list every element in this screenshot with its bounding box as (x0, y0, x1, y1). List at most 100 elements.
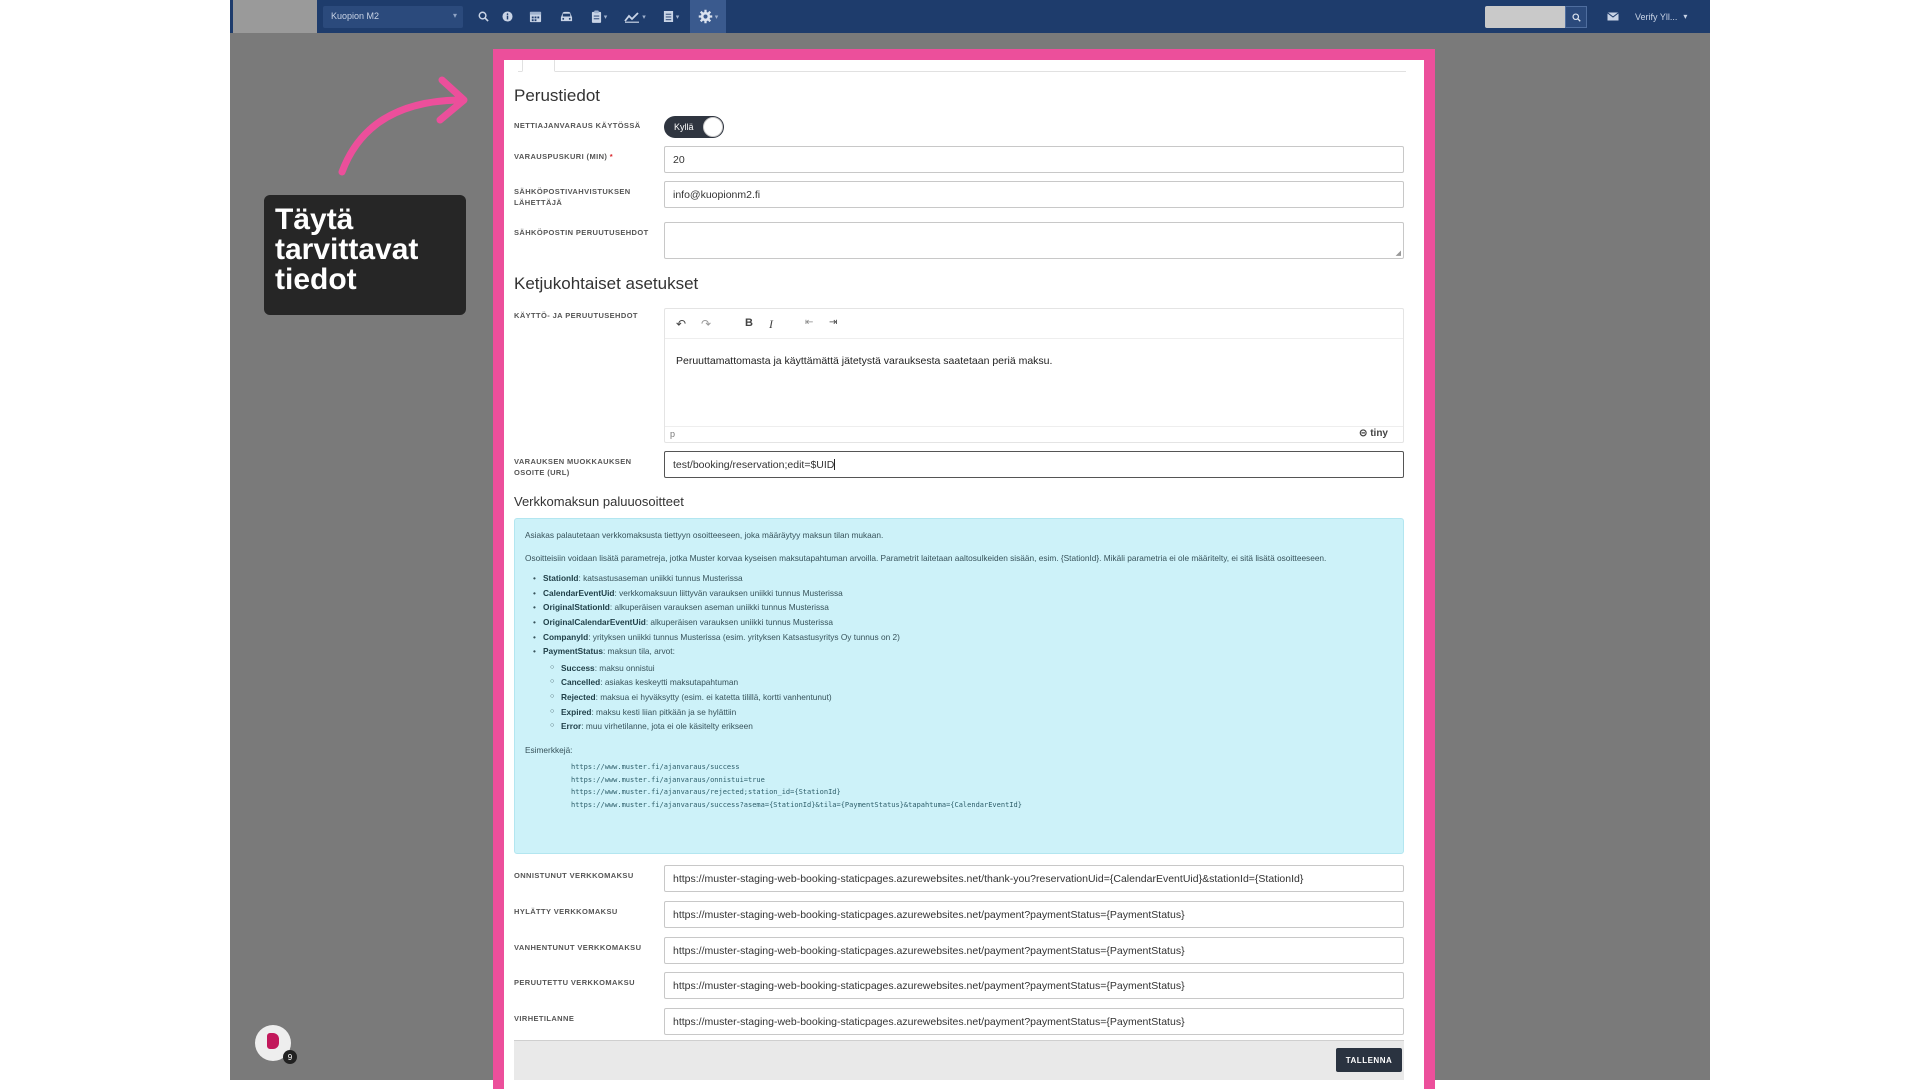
return-url-cancelled-input[interactable]: https://muster-staging-web-booking-stati… (664, 972, 1404, 999)
list-icon[interactable]: ▾ (656, 0, 686, 33)
list-item: Rejected: maksua ei hyväksytty (esim. ei… (550, 690, 1393, 705)
undo-icon[interactable]: ↶ (676, 317, 686, 331)
email-cancel-terms-label: SÄHKÖPOSTIN PERUUTUSEHDOT (514, 228, 649, 237)
search-button[interactable] (1565, 6, 1587, 28)
clipboard-icon[interactable]: ▾ (584, 0, 614, 33)
toggle-label: Kyllä (674, 122, 694, 132)
return-url-success-input[interactable]: https://muster-staging-web-booking-stati… (664, 865, 1404, 892)
redo-icon[interactable]: ↷ (701, 317, 711, 331)
instruction-callout: Täytä tarvittavat tiedot (264, 195, 466, 315)
return-url-error-input[interactable]: https://muster-staging-web-booking-stati… (664, 1008, 1404, 1035)
edit-url-value: test/booking/reservation;edit=$UID (673, 459, 835, 471)
chart-icon[interactable]: ▾ (618, 0, 652, 33)
callout-line: Täytä (275, 203, 354, 236)
logo[interactable] (233, 0, 317, 33)
return-url-label-rejected: HYLÄTTY VERKKOMAKSU (514, 907, 618, 916)
search-icon[interactable] (472, 0, 494, 33)
section-heading-chain: Ketjukohtaiset asetukset (514, 274, 699, 293)
user-menu[interactable]: Verify Yll... ▾ (1635, 0, 1687, 33)
callout-arrow-icon (338, 76, 468, 176)
editor-toolbar: ↶ ↷ B I ⇤ ⇥ (665, 309, 1403, 339)
status-desc: : muu virhetilanne, jota ei ole käsitelt… (581, 721, 753, 732)
example-url: https://www.muster.fi/ajanvaraus/success (571, 763, 740, 772)
param-name: OriginalStationId (543, 602, 610, 613)
editor-statusbar: p ⊝ tiny (665, 426, 1403, 442)
tab-active[interactable] (522, 60, 556, 72)
outdent-icon[interactable]: ⇤ (805, 317, 813, 328)
param-desc: : alkuperäisen varauksen uniikki tunnus … (645, 616, 834, 627)
email-sender-input[interactable]: info@kuopionm2.fi (664, 181, 1404, 208)
chevron-down-icon: ▾ (714, 13, 719, 21)
param-list: StationId: katsastusaseman uniikki tunnu… (525, 571, 1393, 734)
list-item: PaymentStatus: maksun tila, arvot: Succe… (533, 644, 1393, 734)
help-widget-button[interactable]: 9 (255, 1025, 297, 1064)
rich-text-editor[interactable]: ↶ ↷ B I ⇤ ⇥ Peruuttamattomasta ja käyttä… (664, 308, 1404, 443)
param-name: OriginalCalendarEventUid (543, 616, 646, 627)
param-desc: : verkkomaksuun liittyvän varauksen unii… (614, 587, 843, 598)
info-icon[interactable] (496, 0, 518, 33)
car-icon[interactable] (552, 0, 580, 33)
tiny-logo: ⊝ tiny (1359, 428, 1388, 439)
example-url: https://www.muster.fi/ajanvaraus/onnistu… (571, 775, 765, 784)
status-desc: : maksu onnistui (594, 662, 655, 673)
chevron-down-icon: ▾ (675, 13, 680, 21)
resize-grip-icon[interactable]: ◢ (1396, 249, 1401, 257)
mail-icon[interactable] (1607, 0, 1619, 33)
buffer-input[interactable]: 20 (664, 146, 1404, 173)
examples-label: Esimerkkejä: (525, 744, 573, 755)
help-logo-icon (267, 1033, 279, 1049)
param-desc: : alkuperäisen varauksen aseman uniikki … (609, 602, 829, 613)
online-booking-toggle[interactable]: Kyllä (664, 116, 724, 138)
list-item: StationId: katsastusaseman uniikki tunnu… (533, 571, 1393, 586)
chevron-down-icon: ▾ (642, 13, 646, 21)
list-item: Success: maksu onnistui (550, 661, 1393, 676)
return-url-label-success: ONNISTUNUT VERKKOMAKSU (514, 871, 634, 880)
email-cancel-terms-textarea[interactable]: ◢ (664, 222, 1404, 259)
param-name: PaymentStatus (543, 646, 603, 657)
tab-strip (518, 60, 1406, 72)
section-heading-payment: Verkkomaksun paluuosoitteet (514, 494, 684, 509)
status-list: Success: maksu onnistui Cancelled: asiak… (543, 661, 1393, 734)
buffer-label: VARAUSPUSKURI (MIN) * (514, 151, 654, 162)
email-sender-label: SÄHKÖPOSTIVAHVISTUKSEN LÄHETTÄJÄ (514, 187, 631, 207)
italic-icon[interactable]: I (769, 317, 773, 332)
screenshot-stage: Kuopion M2 ▾ ▾ ▾ ▾ ▾ Verify Yll... ▾ Täy… (0, 0, 1920, 1089)
tiny-logo-text: tiny (1370, 428, 1388, 439)
toggle-knob (703, 117, 723, 137)
list-item: Error: muu virhetilanne, jota ei ole käs… (550, 719, 1393, 734)
status-name: Cancelled (561, 677, 601, 688)
param-desc: : katsastusaseman uniikki tunnus Musteri… (578, 573, 743, 584)
example-url: https://www.muster.fi/ajanvaraus/rejecte… (571, 788, 841, 797)
calendar-icon[interactable] (522, 0, 548, 33)
buffer-label-text: VARAUSPUSKURI (MIN) (514, 152, 608, 161)
section-heading-basic: Perustiedot (514, 86, 600, 105)
terms-label: KÄYTTÖ- JA PERUUTUSEHDOT (514, 311, 638, 320)
station-select[interactable]: Kuopion M2 ▾ (323, 6, 463, 28)
edit-url-label: VARAUKSEN MUOKKAUKSEN OSOITE (URL) (514, 457, 632, 477)
status-desc: : maksu kesti liian pitkään ja se hylätt… (591, 706, 737, 717)
edit-url-input[interactable]: test/booking/reservation;edit=$UID (664, 451, 1404, 478)
settings-form-panel: Perustiedot NETTIAJANVARAUS KÄYTÖSSÄ Kyl… (504, 60, 1424, 1080)
status-name: Expired (561, 706, 592, 717)
chevron-down-icon: ▾ (603, 13, 608, 21)
gear-icon[interactable]: ▾ (690, 0, 726, 33)
list-item: CompanyId: yrityksen uniikki tunnus Must… (533, 630, 1393, 645)
editor-content[interactable]: Peruuttamattomasta ja käyttämättä jätety… (676, 355, 1052, 367)
text-cursor (834, 459, 836, 470)
bold-icon[interactable]: B (745, 317, 753, 329)
callout-line: tiedot (275, 263, 357, 296)
indent-icon[interactable]: ⇥ (829, 317, 837, 328)
station-select-value: Kuopion M2 (331, 11, 380, 21)
save-button[interactable]: TALLENNA (1336, 1048, 1402, 1072)
return-url-expired-input[interactable]: https://muster-staging-web-booking-stati… (664, 937, 1404, 964)
list-item: Expired: maksu kesti liian pitkään ja se… (550, 705, 1393, 720)
info-paragraph: Osoitteisiin voidaan lisätä parametreja,… (525, 552, 1327, 563)
user-name: Verify Yll... (1635, 11, 1678, 22)
return-url-rejected-input[interactable]: https://muster-staging-web-booking-stati… (664, 901, 1404, 928)
editor-element-path: p (670, 429, 676, 439)
required-marker: * (609, 152, 614, 161)
status-name: Error (561, 721, 582, 732)
global-search-input[interactable] (1485, 6, 1565, 28)
chevron-down-icon: ▾ (452, 11, 457, 20)
list-item: Cancelled: asiakas keskeytti maksutapaht… (550, 675, 1393, 690)
